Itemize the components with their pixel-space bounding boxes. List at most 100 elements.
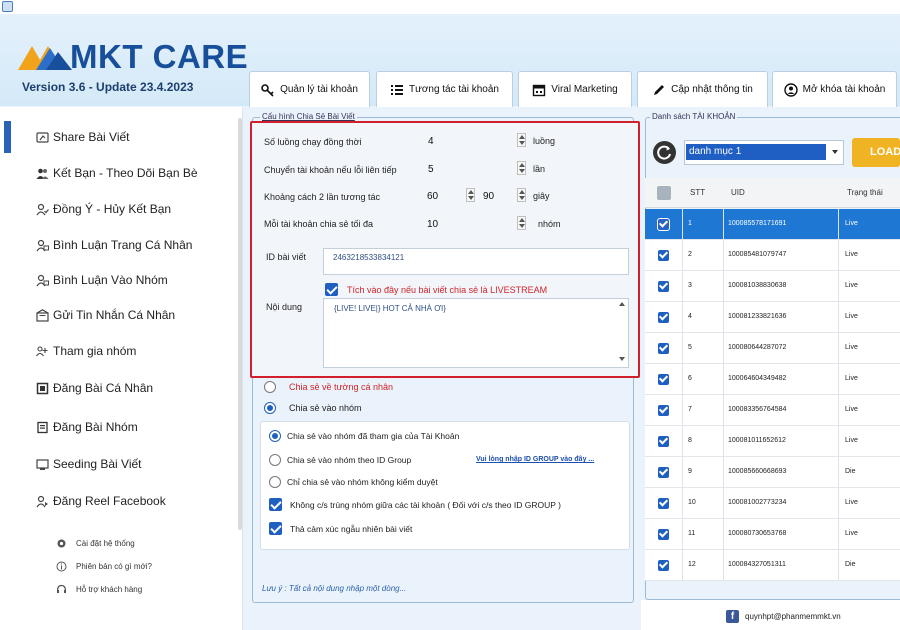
column-divider (723, 333, 724, 364)
table-header: STT UID Trạng thái (645, 178, 900, 208)
list-icon (391, 84, 404, 95)
threads-spinner[interactable] (517, 133, 526, 147)
content-scroll-up[interactable] (619, 302, 625, 306)
column-divider (838, 457, 839, 488)
sidebar-item-label: Cài đặt hệ thống (76, 538, 135, 548)
row-checkbox[interactable] (658, 467, 669, 478)
switch-account-input[interactable]: 5 (428, 164, 434, 175)
sidebar-item-post-personal[interactable]: Đăng Bài Cá Nhân (36, 378, 153, 398)
col-uid: UID (731, 188, 745, 197)
interval-max-input[interactable]: 90 (483, 191, 494, 202)
group-id-link[interactable]: Vui lòng nhập ID GROUP vào đây ... (476, 456, 594, 463)
column-divider (723, 395, 724, 426)
sidebar-item-comment-group[interactable]: Bình Luận Vào Nhóm (36, 270, 168, 290)
cell-status: Live (845, 344, 858, 351)
table-row[interactable]: 4 100081233821636 Live (645, 302, 900, 333)
pen-icon (654, 84, 665, 95)
opt-by-id-label: Chia sẻ vào nhóm theo ID Group (287, 455, 412, 465)
column-divider (838, 209, 839, 240)
tab-account-interaction[interactable]: Tương tác tài khoản (376, 71, 513, 107)
select-all-checkbox[interactable] (657, 186, 671, 200)
post-id-value: 2463218533834121 (333, 253, 405, 262)
sidebar-item-join-group[interactable]: Tham gia nhóm (36, 341, 136, 361)
row-checkbox[interactable] (658, 436, 669, 447)
sidebar-item-post-group[interactable]: Đăng Bài Nhóm (36, 417, 138, 437)
table-row[interactable]: 12 100084327051311 Die (645, 550, 900, 581)
sidebar-item-comment-profile[interactable]: Bình Luận Trang Cá Nhân (36, 235, 192, 255)
tab-unlock-account[interactable]: Mở khóa tài khoản (772, 71, 897, 107)
opt-no-review-label: Chỉ chia sẻ vào nhóm không kiểm duyệt (287, 477, 438, 487)
chevron-down-icon[interactable] (832, 150, 838, 154)
opt-no-review-radio[interactable] (269, 476, 281, 488)
column-divider (838, 488, 839, 519)
row-checkbox[interactable] (658, 281, 669, 292)
sidebar-item-reel[interactable]: Đăng Reel Facebook (36, 491, 166, 511)
sidebar-item-add-friends[interactable]: Kết Bạn - Theo Dõi Bạn Bè (36, 163, 198, 183)
row-checkbox[interactable] (658, 250, 669, 261)
row-checkbox[interactable] (658, 529, 669, 540)
sidebar-item-label: Đồng Ý - Hủy Kết Bạn (53, 202, 172, 216)
logo-icon (18, 46, 72, 70)
column-divider (682, 364, 683, 395)
max-share-label: Mỗi tài khoản chia sẻ tối đa (264, 219, 374, 229)
row-checkbox[interactable] (658, 498, 669, 509)
sidebar-scrollbar[interactable] (238, 118, 242, 530)
sidebar-item-seeding[interactable]: Seeding Bài Viết (36, 454, 142, 474)
refresh-button[interactable] (653, 141, 676, 164)
reel-icon (36, 495, 48, 507)
row-checkbox[interactable] (658, 343, 669, 354)
cell-uid: 100064604349482 (728, 375, 787, 382)
table-row[interactable]: 8 100081011652612 Live (645, 426, 900, 457)
share-group-radio[interactable] (264, 402, 276, 414)
row-checkbox[interactable] (658, 374, 669, 385)
row-checkbox[interactable] (657, 218, 670, 231)
interval-min-input[interactable]: 60 (427, 191, 438, 202)
row-checkbox[interactable] (658, 560, 669, 571)
random-emotion-checkbox[interactable] (269, 522, 282, 535)
share-personal-radio[interactable] (264, 381, 276, 393)
interval-max-spinner[interactable] (517, 188, 526, 202)
title-bar (0, 0, 900, 14)
cell-uid: 100080730653768 (728, 530, 787, 537)
opt-by-id-radio[interactable] (269, 454, 281, 466)
table-row[interactable]: 9 100085660668693 Die (645, 457, 900, 488)
tab-update-info[interactable]: Cập nhật thông tin (637, 71, 768, 107)
switch-account-spinner[interactable] (517, 161, 526, 175)
cell-status: Live (845, 437, 858, 444)
cell-stt: 9 (688, 468, 692, 475)
cell-status: Live (845, 406, 858, 413)
sidebar-item-accept-friends[interactable]: Đồng Ý - Hủy Kết Bạn (36, 199, 171, 219)
no-duplicate-checkbox[interactable] (269, 498, 282, 511)
row-checkbox[interactable] (658, 312, 669, 323)
cell-stt: 6 (688, 375, 692, 382)
max-share-spinner[interactable] (517, 216, 526, 230)
cell-uid: 100081002773234 (728, 499, 787, 506)
tab-viral-marketing[interactable]: Viral Marketing (518, 71, 632, 107)
table-row[interactable]: 2 100085481079747 Live (645, 240, 900, 271)
opt-joined-radio[interactable] (269, 430, 281, 442)
row-checkbox[interactable] (658, 405, 669, 416)
sidebar-item-support[interactable]: Hỗ trợ khách hàng (56, 581, 142, 597)
sidebar-item-whats-new[interactable]: Phiên bản có gì mới? (56, 558, 152, 574)
load-button[interactable]: LOAD (852, 138, 900, 167)
sidebar-item-share-post[interactable]: Share Bài Viết (36, 127, 130, 147)
table-row[interactable]: 11 100080730653768 Live (645, 519, 900, 550)
table-row[interactable]: 6 100064604349482 Live (645, 364, 900, 395)
table-row[interactable]: 3 100081038830638 Live (645, 271, 900, 302)
table-row[interactable]: 5 100080644287072 Live (645, 333, 900, 364)
tab-account-management[interactable]: Quản lý tài khoản (249, 71, 370, 107)
interval-min-spinner[interactable] (466, 188, 475, 202)
max-share-input[interactable]: 10 (427, 219, 438, 230)
sidebar-item-settings[interactable]: Cài đặt hệ thống (56, 535, 135, 551)
table-row[interactable]: 1 100085578171691 Live (645, 209, 900, 240)
livestream-checkbox[interactable] (325, 283, 338, 296)
table-row[interactable]: 7 100083356764584 Live (645, 395, 900, 426)
cell-stt: 2 (688, 251, 692, 258)
sidebar-item-label: Đăng Bài Cá Nhân (53, 381, 154, 395)
content-label: Nội dung (266, 302, 303, 312)
sidebar-item-send-message[interactable]: Gửi Tin Nhắn Cá Nhân (36, 305, 175, 325)
table-row[interactable]: 10 100081002773234 Live (645, 488, 900, 519)
content-scroll-down[interactable] (619, 357, 625, 361)
threads-input[interactable]: 4 (428, 136, 434, 147)
column-divider (723, 209, 724, 240)
